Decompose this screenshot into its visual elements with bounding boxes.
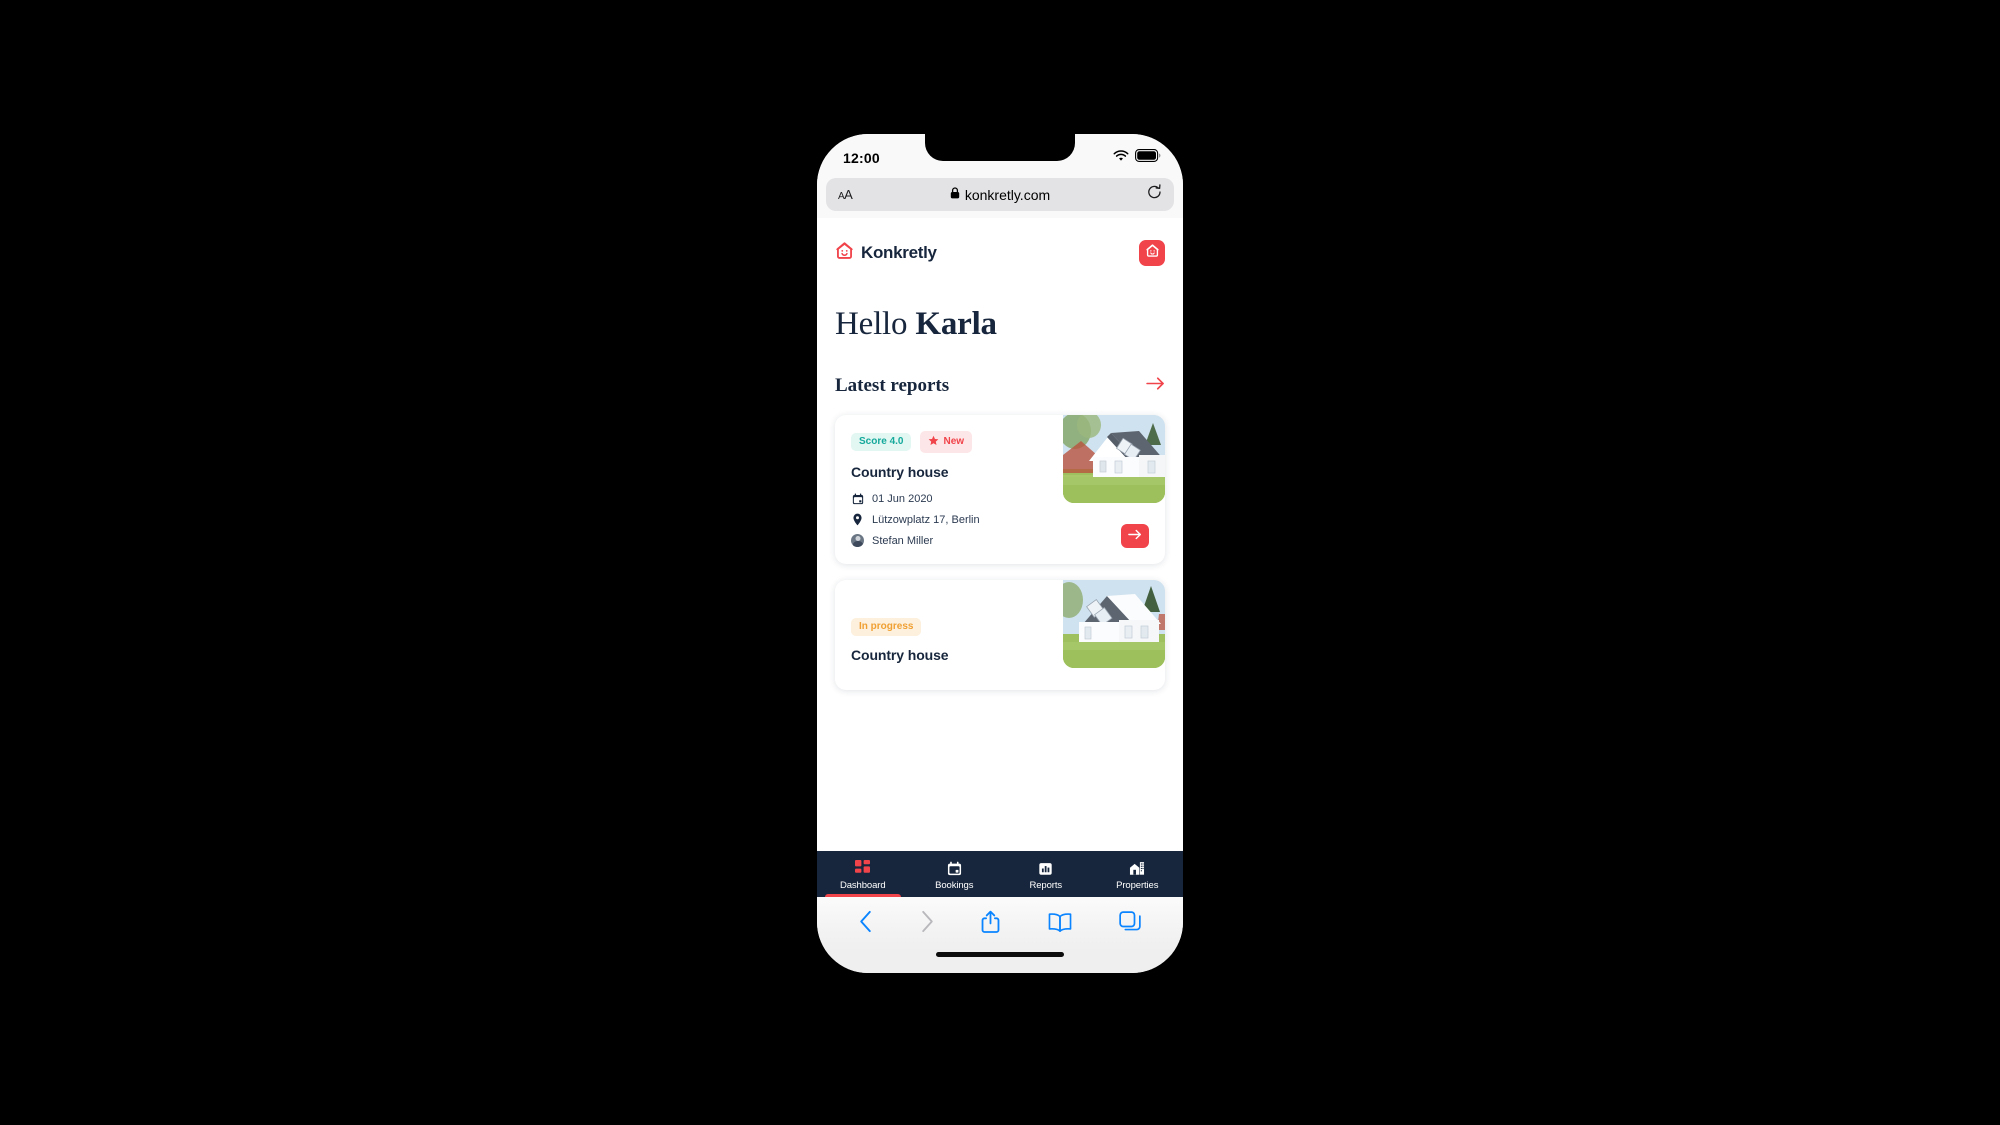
calendar-icon	[851, 492, 864, 505]
report-date-row: 01 Jun 2020	[851, 492, 1149, 505]
building-icon	[1129, 860, 1145, 876]
nav-label-properties: Properties	[1116, 880, 1159, 891]
nav-label-dashboard: Dashboard	[839, 880, 886, 891]
grid-icon	[854, 860, 871, 876]
report-badges: Score 4.0 New	[851, 431, 1149, 453]
greeting-prefix: Hello	[835, 306, 916, 342]
status-badge-in-progress: In progress	[851, 618, 922, 636]
report-title: Country house	[851, 464, 949, 480]
phone-screen: 12:00 AA konkretly.com Konkretly Hello K…	[817, 134, 1183, 973]
lock-icon	[950, 186, 960, 204]
reload-icon[interactable]	[1147, 184, 1162, 205]
avatar-icon	[851, 534, 864, 547]
device-notch	[925, 134, 1075, 161]
status-bar: 12:00	[817, 134, 1183, 178]
map-pin-icon	[851, 513, 864, 526]
browser-bottom-toolbar	[817, 897, 1183, 951]
url-display: konkretly.com	[826, 186, 1174, 204]
report-person: Stefan Miller	[872, 534, 934, 547]
nav-label-bookings: Bookings	[935, 880, 974, 891]
header-action-button[interactable]	[1139, 240, 1165, 266]
report-person-row: Stefan Miller	[851, 534, 1149, 547]
status-bar-indicators	[1113, 149, 1161, 167]
nav-item-properties[interactable]: Properties	[1092, 851, 1184, 897]
app-bottom-nav: Dashboard Bookings Reports Properties	[817, 851, 1183, 897]
page-title: Hello Karla	[835, 308, 1165, 341]
battery-full-icon	[1135, 149, 1161, 167]
home-indicator-area	[817, 951, 1183, 973]
report-card[interactable]: In progress Country house	[835, 580, 1165, 690]
share-icon[interactable]	[981, 910, 1000, 939]
web-page-content: Konkretly Hello Karla Latest reports Sco…	[817, 218, 1183, 897]
nav-item-reports[interactable]: Reports	[1000, 851, 1092, 897]
chevron-right-icon	[920, 910, 934, 938]
nav-item-bookings[interactable]: Bookings	[909, 851, 1001, 897]
report-card-body: In progress Country house	[851, 596, 1149, 663]
nav-label-reports: Reports	[1029, 880, 1063, 891]
status-badge-score: Score 4.0	[851, 433, 912, 451]
screenshot-canvas: 12:00 AA konkretly.com Konkretly Hello K…	[0, 0, 2000, 1125]
house-smiley-icon	[1145, 243, 1160, 263]
browser-url-bar-container: AA konkretly.com	[817, 178, 1183, 218]
report-date: 01 Jun 2020	[872, 492, 933, 505]
status-badge-new: New	[920, 431, 973, 453]
greeting-user-name: Karla	[915, 306, 997, 342]
phone-device-frame: 12:00 AA konkretly.com Konkretly Hello K…	[814, 131, 1186, 976]
report-open-button[interactable]	[1121, 524, 1149, 548]
report-card-body: Score 4.0 New Country house 01 Jun 2020 …	[851, 431, 1149, 547]
app-header: Konkretly	[835, 218, 1165, 266]
bar-chart-icon	[1038, 860, 1053, 876]
report-meta-list: 01 Jun 2020 Lützowplatz 17, Berlin Stefa…	[851, 492, 1149, 547]
status-badge-new-label: New	[943, 436, 965, 447]
chevron-left-icon[interactable]	[859, 910, 873, 938]
brand-logo[interactable]: Konkretly	[835, 241, 937, 265]
home-indicator[interactable]	[936, 952, 1064, 957]
report-card[interactable]: Score 4.0 New Country house 01 Jun 2020 …	[835, 415, 1165, 564]
url-text: konkretly.com	[964, 186, 1051, 203]
book-icon[interactable]	[1048, 912, 1072, 937]
arrow-right-icon	[1128, 527, 1142, 545]
report-address: Lützowplatz 17, Berlin	[872, 513, 980, 526]
section-title: Latest reports	[835, 375, 950, 396]
house-smiley-icon	[835, 241, 854, 265]
report-address-row: Lützowplatz 17, Berlin	[851, 513, 1149, 526]
page-scroll-area[interactable]: Konkretly Hello Karla Latest reports Sco…	[817, 218, 1183, 851]
text-size-button[interactable]: AA	[838, 187, 853, 202]
status-bar-time: 12:00	[843, 150, 880, 166]
report-badges: In progress	[851, 618, 1149, 636]
wifi-icon	[1113, 149, 1129, 167]
calendar-icon	[947, 860, 962, 876]
report-title: Country house	[851, 647, 949, 663]
nav-item-dashboard[interactable]: Dashboard	[817, 851, 909, 897]
latest-reports-section-header: Latest reports	[835, 375, 1165, 397]
star-icon	[928, 435, 939, 449]
browser-url-bar[interactable]: AA konkretly.com	[826, 178, 1174, 211]
arrow-right-icon[interactable]	[1146, 376, 1165, 396]
brand-name: Konkretly	[861, 243, 937, 262]
tabs-icon[interactable]	[1119, 910, 1141, 938]
